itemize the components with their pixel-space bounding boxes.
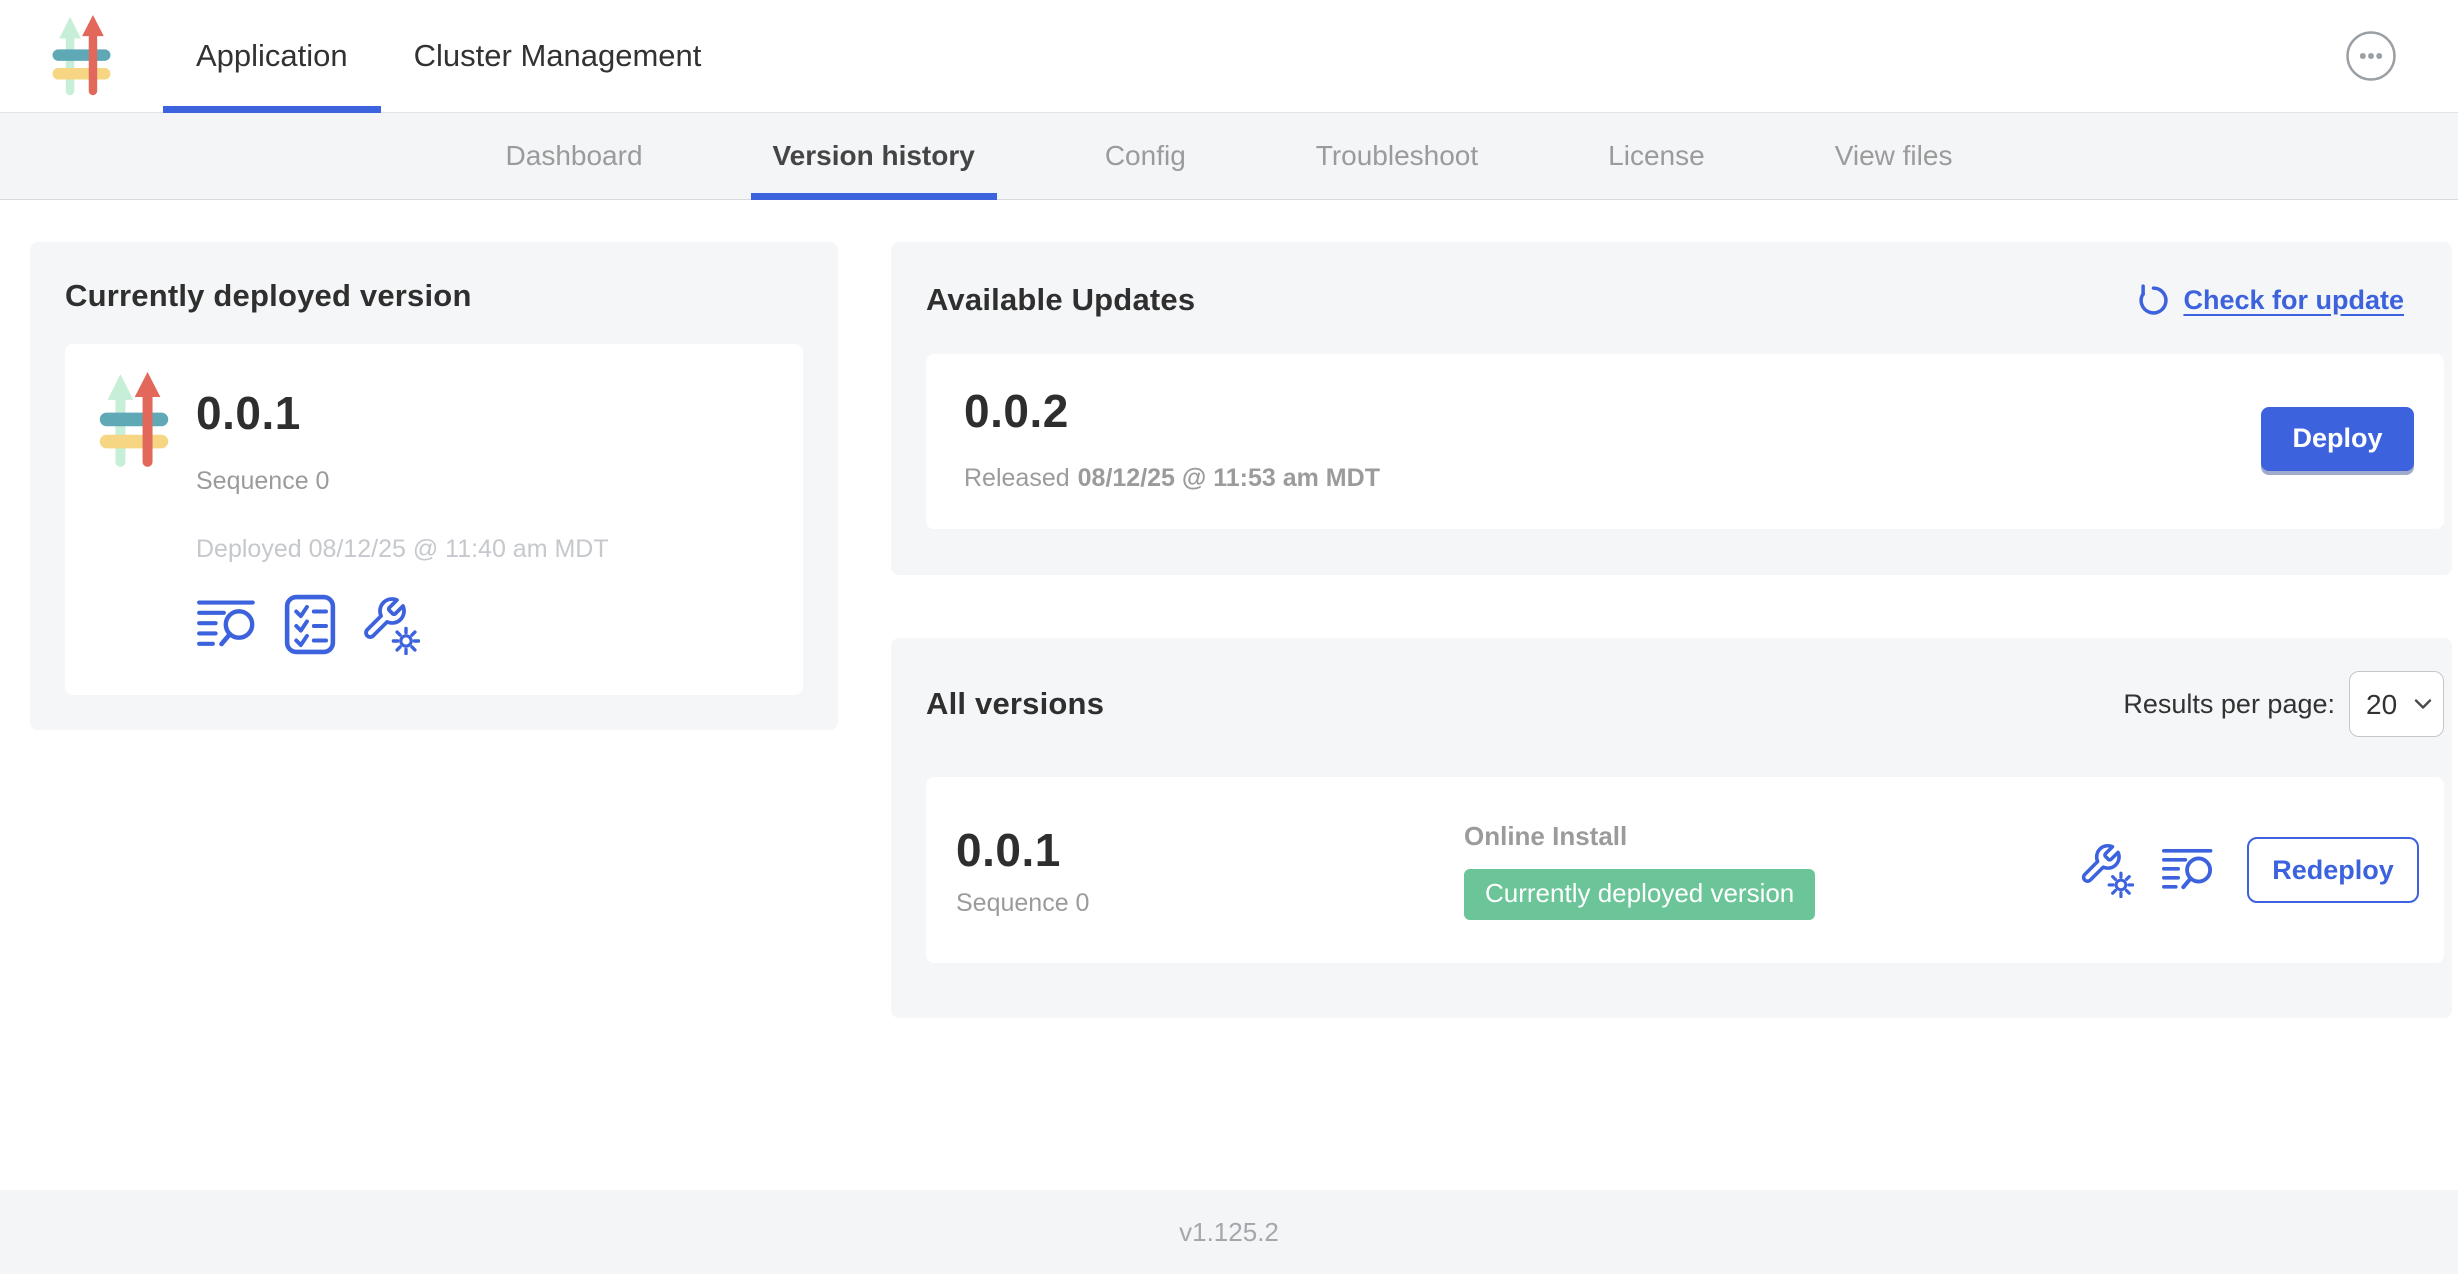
deploy-logs-icon[interactable] bbox=[196, 597, 260, 652]
app-logo-icon bbox=[98, 372, 170, 469]
deployed-timestamp: Deployed 08/12/25 @ 11:40 am MDT bbox=[196, 535, 609, 564]
version-row-actions: Redeploy bbox=[2078, 837, 2419, 903]
update-version-number: 0.0.2 bbox=[964, 384, 1380, 438]
wrench-gear-config-icon[interactable] bbox=[360, 595, 420, 655]
wrench-gear-config-icon[interactable] bbox=[2078, 842, 2134, 898]
tab-version-history-label: Version history bbox=[773, 140, 975, 172]
results-per-page-select[interactable]: 20 bbox=[2349, 671, 2444, 737]
tab-view-files[interactable]: View files bbox=[1813, 113, 1975, 199]
install-type-label: Online Install bbox=[1464, 821, 1815, 852]
currently-deployed-card: Currently deployed version 0.0.1 Sequenc… bbox=[30, 242, 838, 730]
tab-cluster-management-label: Cluster Management bbox=[414, 38, 702, 74]
tab-license-label: License bbox=[1608, 140, 1705, 172]
tab-troubleshoot[interactable]: Troubleshoot bbox=[1294, 113, 1500, 199]
right-column: Available Updates Check for update 0.0.2… bbox=[891, 242, 2452, 1018]
app-logo-icon bbox=[0, 0, 163, 112]
app-subnav: Dashboard Version history Config Trouble… bbox=[0, 113, 2458, 200]
released-prefix: Released bbox=[964, 464, 1070, 492]
refresh-icon bbox=[2136, 283, 2171, 318]
tab-dashboard[interactable]: Dashboard bbox=[484, 113, 665, 199]
all-versions-title: All versions bbox=[926, 686, 1104, 722]
tab-cluster-management[interactable]: Cluster Management bbox=[381, 0, 735, 112]
tab-view-files-label: View files bbox=[1835, 140, 1953, 172]
tab-application-label: Application bbox=[196, 38, 348, 74]
footer: v1.125.2 bbox=[0, 1190, 2458, 1274]
deployed-version-actions bbox=[196, 594, 609, 655]
redeploy-button[interactable]: Redeploy bbox=[2247, 837, 2419, 903]
released-timestamp: 08/12/25 @ 11:53 am MDT bbox=[1078, 464, 1380, 492]
ellipsis-menu-icon[interactable] bbox=[2345, 30, 2397, 82]
preflight-checks-icon[interactable] bbox=[284, 594, 336, 655]
deploy-logs-icon[interactable] bbox=[2161, 846, 2217, 894]
tab-troubleshoot-label: Troubleshoot bbox=[1316, 140, 1478, 172]
deployed-sequence-label: Sequence 0 bbox=[196, 467, 609, 496]
deploy-button[interactable]: Deploy bbox=[2261, 407, 2414, 471]
row-version-number: 0.0.1 bbox=[956, 823, 1464, 877]
deployed-version-panel: 0.0.1 Sequence 0 Deployed 08/12/25 @ 11:… bbox=[65, 344, 803, 695]
available-updates-title: Available Updates bbox=[926, 282, 1195, 318]
top-nav: Application Cluster Management bbox=[0, 0, 2458, 113]
tab-config-label: Config bbox=[1105, 140, 1186, 172]
check-for-update-label: Check for update bbox=[2183, 285, 2404, 316]
available-updates-card: Available Updates Check for update 0.0.2… bbox=[891, 242, 2452, 575]
check-for-update-link[interactable]: Check for update bbox=[2136, 283, 2404, 318]
tab-config[interactable]: Config bbox=[1083, 113, 1208, 199]
version-history-page: Currently deployed version 0.0.1 Sequenc… bbox=[0, 200, 2458, 1190]
version-row: 0.0.1 Sequence 0 Online Install Currentl… bbox=[926, 777, 2444, 963]
update-released-line: Released 08/12/25 @ 11:53 am MDT bbox=[964, 464, 1380, 493]
available-update-row: 0.0.2 Released 08/12/25 @ 11:53 am MDT De… bbox=[926, 354, 2444, 529]
tab-license[interactable]: License bbox=[1586, 113, 1727, 199]
all-versions-card: All versions Results per page: 20 0. bbox=[891, 638, 2452, 1018]
console-version-label: v1.125.2 bbox=[1179, 1217, 1279, 1248]
tab-application[interactable]: Application bbox=[163, 0, 381, 112]
tab-dashboard-label: Dashboard bbox=[506, 140, 643, 172]
status-badge: Currently deployed version bbox=[1464, 869, 1815, 920]
deployed-version-number: 0.0.1 bbox=[196, 386, 609, 440]
row-sequence-label: Sequence 0 bbox=[956, 889, 1464, 918]
currently-deployed-title: Currently deployed version bbox=[65, 278, 803, 314]
tab-version-history[interactable]: Version history bbox=[751, 113, 997, 199]
results-per-page: Results per page: 20 bbox=[2123, 671, 2444, 737]
results-per-page-label: Results per page: bbox=[2123, 689, 2335, 720]
